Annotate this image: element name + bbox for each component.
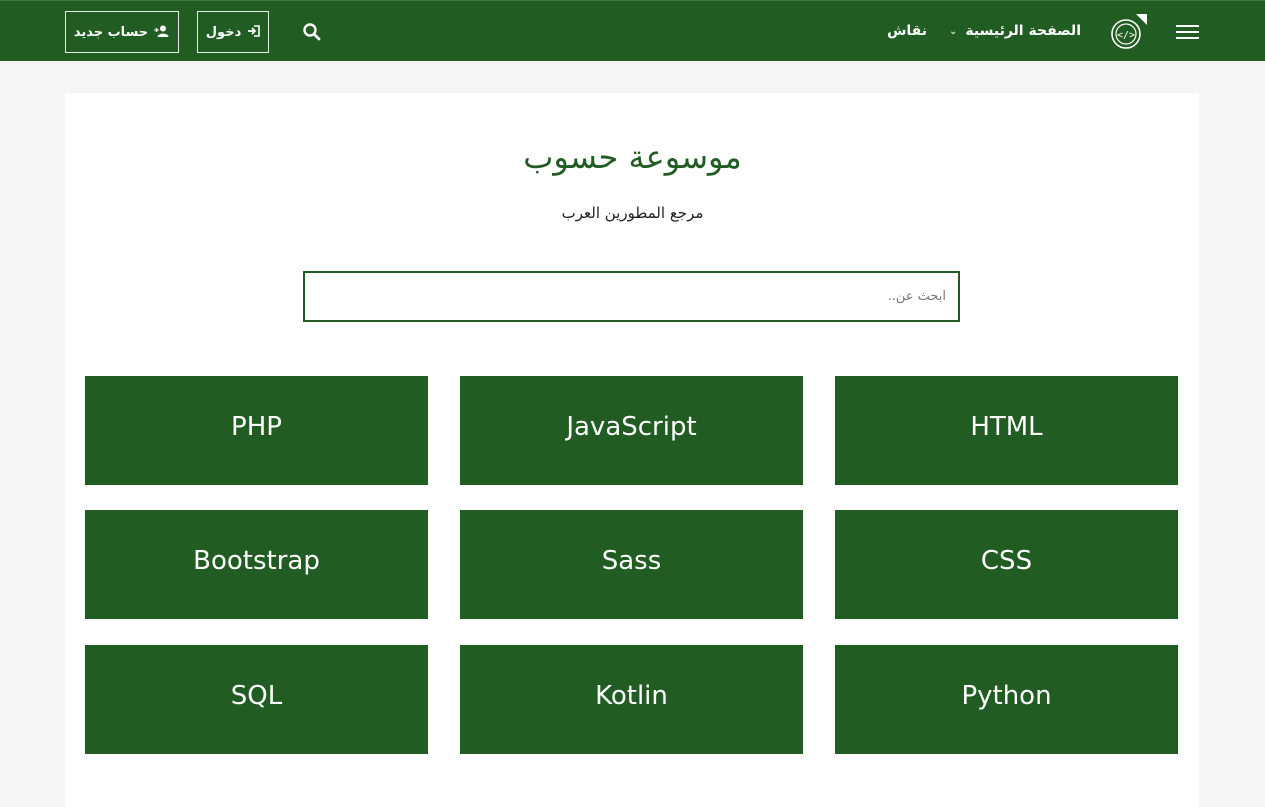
login-button[interactable]: دخول	[197, 11, 269, 53]
tile-label: PHP	[231, 411, 282, 442]
tile-sass[interactable]: Sass	[460, 510, 803, 619]
search-box	[303, 271, 960, 322]
signup-button[interactable]: حساب جديد	[65, 11, 179, 53]
search-icon	[303, 23, 321, 41]
tile-javascript[interactable]: JavaScript	[460, 376, 803, 485]
menu-icon	[1176, 31, 1199, 33]
add-user-icon	[154, 25, 170, 40]
svg-text:</>: </>	[1117, 30, 1135, 41]
signup-label: حساب جديد	[73, 24, 149, 40]
logo-icon[interactable]: </>	[1108, 13, 1148, 53]
tile-php[interactable]: PHP	[85, 376, 428, 485]
page-subtitle: مرجع المطورين العرب	[561, 204, 704, 222]
tile-label: Kotlin	[595, 680, 668, 711]
tile-bootstrap[interactable]: Bootstrap	[85, 510, 428, 619]
menu-button[interactable]	[1176, 23, 1200, 41]
tile-label: SQL	[230, 680, 283, 711]
tile-label: CSS	[980, 545, 1033, 576]
tile-css[interactable]: CSS	[835, 510, 1178, 619]
login-icon	[247, 24, 261, 40]
nav-discuss-link[interactable]: نقاش	[887, 20, 927, 42]
search-input[interactable]	[305, 273, 958, 320]
nav-home-dropdown[interactable]: الصفحة الرئيسية ⌄	[949, 20, 1081, 42]
menu-icon	[1176, 25, 1199, 27]
tile-label: Bootstrap	[193, 545, 320, 576]
tile-sql[interactable]: SQL	[85, 645, 428, 754]
tile-html[interactable]: HTML	[835, 376, 1178, 485]
menu-icon	[1176, 37, 1199, 39]
tile-label: Python	[961, 680, 1052, 711]
tile-python[interactable]: Python	[835, 645, 1178, 754]
login-label: دخول	[205, 24, 242, 40]
nav-home-label: الصفحة الرئيسية	[965, 23, 1081, 39]
tile-label: Sass	[601, 545, 662, 576]
top-navbar: </> الصفحة الرئيسية ⌄ نقاش دخول حساب جدي…	[0, 0, 1265, 61]
search-toggle-button[interactable]	[302, 22, 322, 42]
chevron-down-icon: ⌄	[949, 25, 958, 37]
page-title: موسوعة حسوب	[523, 138, 742, 176]
tile-kotlin[interactable]: Kotlin	[460, 645, 803, 754]
tile-label: HTML	[970, 411, 1043, 442]
nav-discuss-label: نقاش	[887, 23, 927, 39]
tile-label: JavaScript	[566, 411, 697, 442]
